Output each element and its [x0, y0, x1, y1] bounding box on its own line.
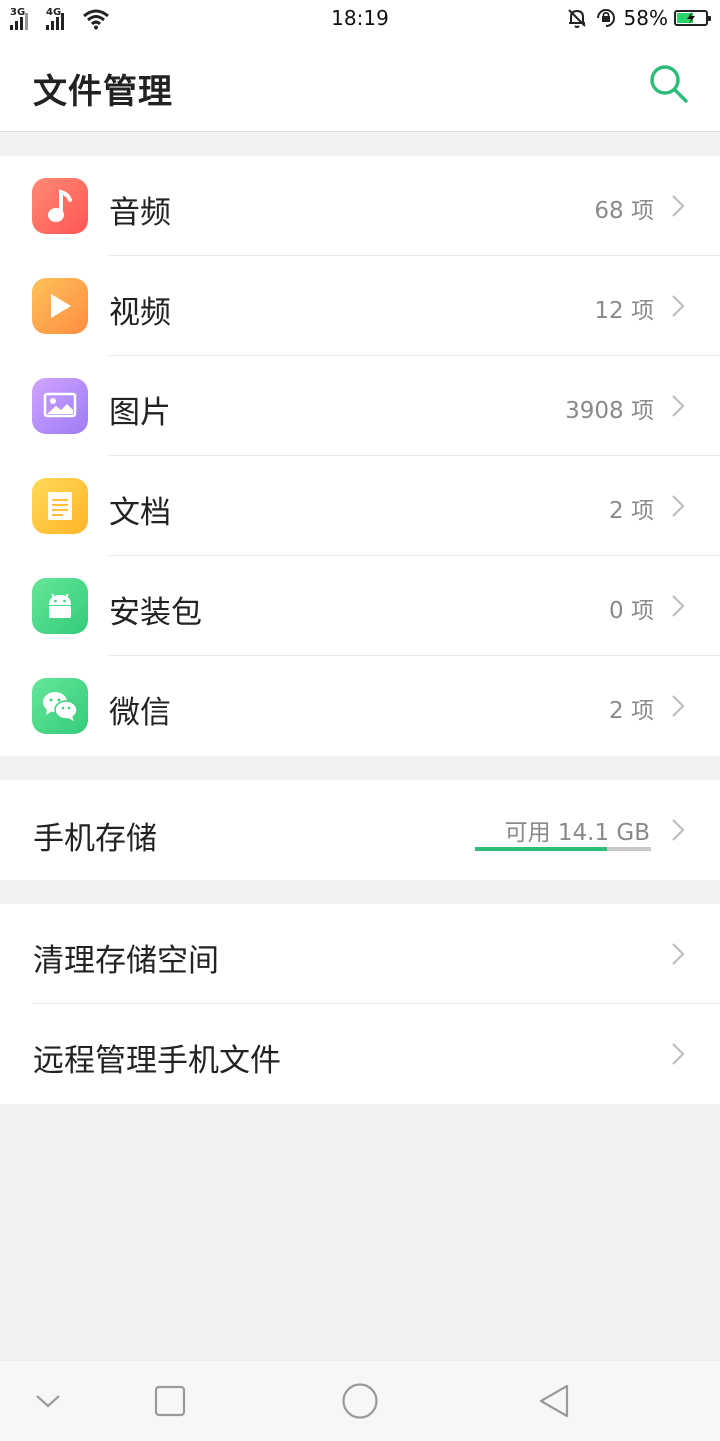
play-icon	[32, 278, 88, 334]
home-icon[interactable]	[338, 1379, 382, 1423]
chevron-right-icon	[672, 1043, 685, 1065]
page-title: 文件管理	[33, 72, 173, 112]
bell-muted-icon	[567, 9, 586, 28]
search-icon[interactable]	[646, 61, 692, 107]
category-label: 视频	[109, 295, 171, 331]
storage-card: 手机存储 可用 14.1 GB	[0, 780, 720, 880]
storage-usage-bar	[475, 847, 651, 851]
chevron-right-icon	[672, 395, 685, 417]
status-bar: 3G 4G 18:19 58%	[0, 0, 720, 36]
phone-storage-row[interactable]: 手机存储 可用 14.1 GB	[0, 780, 720, 880]
chevron-right-icon	[672, 595, 685, 617]
storage-available: 可用 14.1 GB	[504, 820, 650, 846]
chevron-right-icon	[672, 695, 685, 717]
app-bar: 文件管理	[0, 36, 720, 132]
category-count: 2 项	[609, 498, 654, 524]
category-label: 微信	[109, 695, 171, 731]
category-count: 0 项	[609, 598, 654, 624]
chevron-right-icon	[672, 943, 685, 965]
chevron-right-icon	[672, 819, 685, 841]
category-apk[interactable]: 安装包 0 项	[0, 556, 720, 656]
navigation-bar	[0, 1360, 720, 1441]
music-note-icon	[32, 178, 88, 234]
category-label: 文档	[109, 495, 171, 531]
chevron-right-icon	[672, 195, 685, 217]
document-icon	[32, 478, 88, 534]
back-icon[interactable]	[532, 1379, 576, 1423]
category-documents[interactable]: 文档 2 项	[0, 456, 720, 556]
tool-label: 清理存储空间	[33, 943, 219, 979]
storage-label: 手机存储	[33, 821, 157, 857]
chevron-right-icon	[672, 295, 685, 317]
remote-manage-row[interactable]: 远程管理手机文件	[0, 1004, 720, 1104]
clean-storage-row[interactable]: 清理存储空间	[0, 904, 720, 1004]
category-images[interactable]: 图片 3908 项	[0, 356, 720, 456]
tools-card: 清理存储空间 远程管理手机文件	[0, 904, 720, 1104]
recent-apps-icon[interactable]	[148, 1379, 192, 1423]
rotation-lock-icon	[596, 9, 615, 27]
category-video[interactable]: 视频 12 项	[0, 256, 720, 356]
wechat-icon	[32, 678, 88, 734]
category-count: 12 项	[594, 298, 654, 324]
category-count: 3908 项	[565, 398, 654, 424]
chevron-down-icon[interactable]	[26, 1379, 70, 1423]
status-right-group: 58%	[566, 5, 711, 31]
battery-icon	[674, 10, 711, 26]
category-label: 安装包	[109, 595, 202, 631]
category-count: 2 项	[609, 698, 654, 724]
category-label: 图片	[109, 395, 171, 431]
image-icon	[32, 378, 88, 434]
chevron-right-icon	[672, 495, 685, 517]
android-icon	[32, 578, 88, 634]
category-wechat[interactable]: 微信 2 项	[0, 656, 720, 756]
category-list: 音频 68 项 视频 12 项 图片 3908 项 文档 2 项 安装包 0 项…	[0, 156, 720, 756]
category-audio[interactable]: 音频 68 项	[0, 156, 720, 256]
category-count: 68 项	[594, 198, 654, 224]
category-label: 音频	[109, 195, 171, 231]
tool-label: 远程管理手机文件	[33, 1043, 281, 1079]
battery-percent: 58%	[623, 6, 668, 30]
